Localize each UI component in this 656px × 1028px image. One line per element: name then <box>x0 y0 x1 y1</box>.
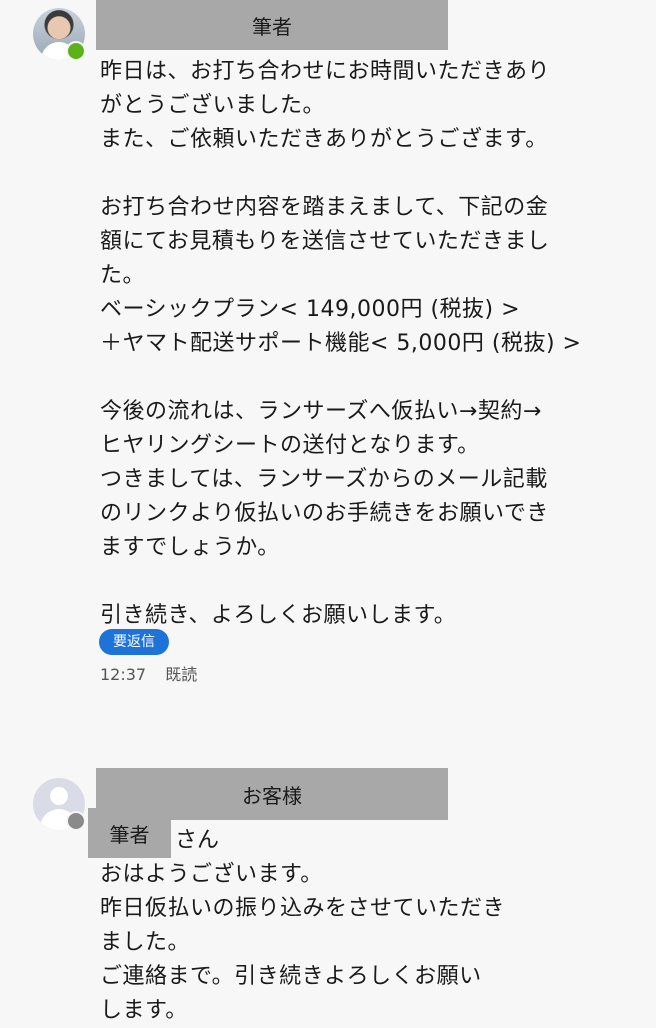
message-body: 昨日は、お打ち合わせにお時間いただきあり がとうございました。 また、ご依頼いた… <box>100 59 582 628</box>
avatar-head <box>50 787 68 805</box>
message-meta: 12:37 既読 <box>100 664 197 686</box>
addressee-name: 筆者 <box>88 808 171 858</box>
offline-status-icon <box>66 811 86 831</box>
salutation-text: さん <box>175 828 220 853</box>
sender-name[interactable]: 筆者 <box>96 0 448 50</box>
message-time: 12:37 <box>100 665 147 684</box>
online-status-icon <box>66 41 86 61</box>
read-status: 既読 <box>165 665 198 684</box>
message-body: おはようございます。 昨日仮払いの振り込みをさせていただき ました。 ご連絡まで… <box>100 862 506 1023</box>
reply-needed-badge[interactable]: 要返信 <box>99 629 169 655</box>
